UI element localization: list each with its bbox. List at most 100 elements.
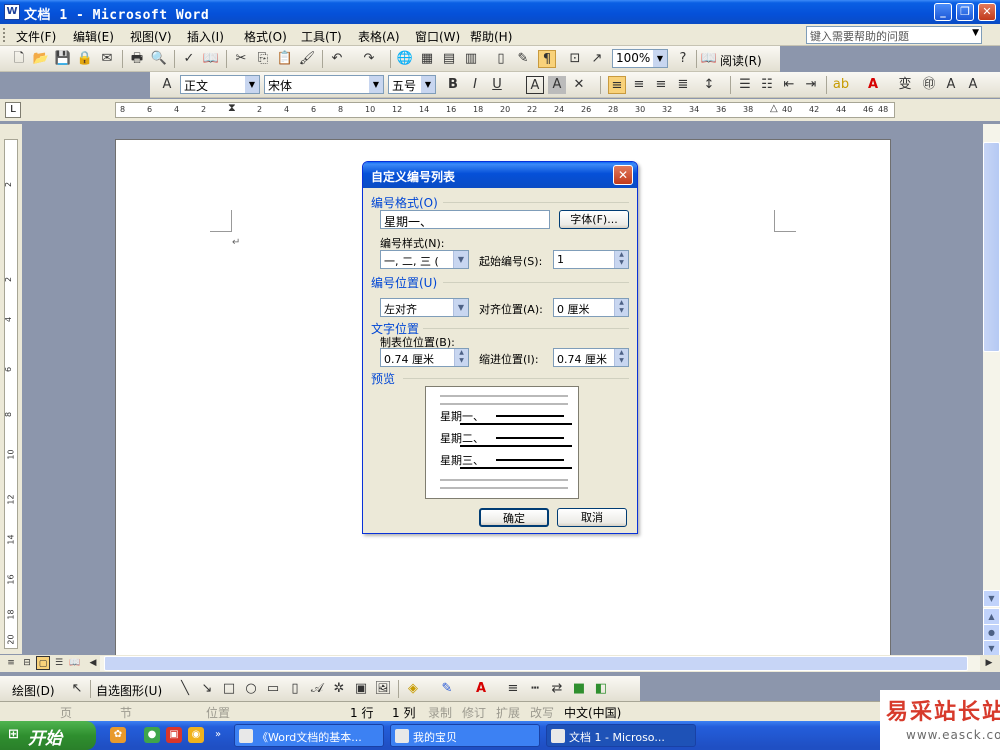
tab-selector-icon[interactable]: L: [5, 102, 21, 118]
arrow-style-icon[interactable]: ⇄: [548, 680, 566, 698]
zoom-select[interactable]: 100% ▼: [612, 49, 668, 68]
status-track-changes[interactable]: 修订: [462, 704, 486, 721]
spinner-arrows-icon[interactable]: ▲ ▼: [614, 251, 628, 268]
shadow-style-icon[interactable]: ■: [570, 680, 588, 698]
rectangle-icon[interactable]: □: [220, 680, 238, 698]
wordart-icon[interactable]: 𝒜: [308, 680, 326, 698]
menu-file[interactable]: 文件(F): [16, 28, 56, 45]
textbox-icon[interactable]: ▭: [264, 680, 282, 698]
menu-tools[interactable]: 工具(T): [301, 28, 342, 45]
cancel-button[interactable]: 取消: [557, 508, 627, 527]
research-icon[interactable]: 📖: [202, 50, 220, 68]
copy-icon[interactable]: ⎘: [254, 50, 272, 68]
taskbar-item-active[interactable]: 文档 1 - Microso...: [546, 724, 696, 747]
aligned-at-input[interactable]: 0 厘米 ▲ ▼: [553, 298, 629, 317]
insert-table-icon[interactable]: ▤: [440, 50, 458, 68]
decrease-indent-icon[interactable]: ⇤: [780, 76, 798, 94]
print-icon[interactable]: 🖶: [128, 50, 146, 68]
scroll-right-icon[interactable]: ▶: [982, 656, 996, 670]
increase-indent-icon[interactable]: ⇥: [802, 76, 820, 94]
italic-icon[interactable]: I: [466, 76, 484, 94]
spelling-icon[interactable]: ✓: [180, 50, 198, 68]
horizontal-scrollbar[interactable]: [100, 656, 980, 671]
menu-format[interactable]: 格式(O): [244, 28, 287, 45]
font-size-select[interactable]: 五号 ▼: [388, 75, 436, 94]
save-icon[interactable]: 💾: [54, 50, 72, 68]
web-view-icon[interactable]: ⊟: [20, 656, 34, 670]
start-at-input[interactable]: 1 ▲ ▼: [553, 250, 629, 269]
style-select[interactable]: 正文 ▼: [180, 75, 260, 94]
indent-at-input[interactable]: 0.74 厘米 ▲ ▼: [553, 348, 629, 367]
autoshapes-menu-button[interactable]: 自选图形(U): [96, 682, 162, 699]
number-format-input[interactable]: 星期一、: [380, 210, 550, 229]
reading-view-icon[interactable]: 📖: [68, 656, 82, 670]
paste-icon[interactable]: 📋: [276, 50, 294, 68]
select-objects-icon[interactable]: ↖: [68, 680, 86, 698]
permission-icon[interactable]: 🔒: [76, 50, 94, 68]
help-icon[interactable]: ?: [674, 50, 692, 68]
spinner-arrows-icon[interactable]: ▲ ▼: [614, 299, 628, 316]
justify-icon[interactable]: ≣: [674, 76, 692, 94]
scroll-thumb[interactable]: [983, 142, 1000, 352]
grow-font-icon[interactable]: A: [942, 76, 960, 94]
chevron-down-icon[interactable]: ▼: [369, 76, 383, 93]
scroll-down-icon[interactable]: ▼: [983, 590, 1000, 607]
fill-color-icon[interactable]: ◈: [404, 680, 422, 698]
font-select[interactable]: 宋体 ▼: [264, 75, 384, 94]
taskbar-item[interactable]: 我的宝贝: [390, 724, 540, 747]
clipart-icon[interactable]: ▣: [352, 680, 370, 698]
font-color-icon[interactable]: A: [472, 680, 490, 698]
tab-space-input[interactable]: 0.74 厘米 ▲ ▼: [380, 348, 469, 367]
cut-icon[interactable]: ✂: [232, 50, 250, 68]
help-search-input[interactable]: 键入需要帮助的问题 ▼: [806, 26, 982, 44]
underline-icon[interactable]: U: [488, 76, 506, 94]
quicklaunch-chrome-icon[interactable]: ◉: [188, 727, 204, 743]
picture-icon[interactable]: 🖼: [374, 680, 392, 698]
alignment-select[interactable]: 左对齐 ▼: [380, 298, 469, 317]
spinner-arrows-icon[interactable]: ▲ ▼: [614, 349, 628, 366]
status-extend[interactable]: 扩展: [496, 704, 520, 721]
outline-view-icon[interactable]: ☰: [52, 656, 66, 670]
chevron-down-icon[interactable]: ▼: [972, 28, 979, 38]
start-button[interactable]: ⊞ 开始: [0, 721, 96, 750]
phonetic-guide-icon[interactable]: 变: [896, 76, 914, 94]
menu-window[interactable]: 窗口(W): [415, 28, 460, 45]
show-hide-icon[interactable]: ⊡: [566, 50, 584, 68]
close-button[interactable]: ✕: [978, 3, 996, 21]
taskbar-item[interactable]: 《Word文档的基本...: [234, 724, 384, 747]
select-browse-object-icon[interactable]: ●: [983, 624, 1000, 641]
menu-view[interactable]: 视图(V): [130, 28, 172, 45]
chevron-down-icon[interactable]: ▼: [421, 76, 435, 93]
right-indent-icon[interactable]: △: [770, 103, 778, 114]
bold-icon[interactable]: B: [444, 76, 462, 94]
hyperlink-icon[interactable]: 🌐: [396, 50, 414, 68]
restore-button[interactable]: ❐: [956, 3, 974, 21]
arrow-icon[interactable]: ↘: [198, 680, 216, 698]
menu-edit[interactable]: 编辑(E): [73, 28, 114, 45]
chevron-down-icon[interactable]: ▼: [453, 299, 468, 316]
chevron-down-icon[interactable]: ▼: [245, 76, 259, 93]
line-style-icon[interactable]: ≡: [504, 680, 522, 698]
scroll-thumb[interactable]: [104, 656, 968, 671]
print-view-icon[interactable]: ▢: [36, 656, 50, 670]
menu-help[interactable]: 帮助(H): [470, 28, 512, 45]
line-icon[interactable]: ╲: [176, 680, 194, 698]
char-scale-icon[interactable]: ✕: [570, 76, 588, 94]
ok-button[interactable]: 确定: [479, 508, 549, 527]
line-spacing-icon[interactable]: ↕: [700, 76, 718, 94]
new-document-icon[interactable]: 🗋: [10, 50, 28, 68]
document-map-icon[interactable]: ¶: [538, 50, 556, 68]
open-folder-icon[interactable]: 📂: [32, 50, 50, 68]
chevron-down-icon[interactable]: ▼: [453, 251, 468, 268]
scroll-left-icon[interactable]: ◀: [86, 656, 100, 670]
diagram-icon[interactable]: ✲: [330, 680, 348, 698]
normal-view-icon[interactable]: ≡: [4, 656, 18, 670]
dash-style-icon[interactable]: ┅: [526, 680, 544, 698]
numbering-icon[interactable]: ☰: [736, 76, 754, 94]
line-color-icon[interactable]: ✎: [438, 680, 456, 698]
email-icon[interactable]: ✉: [98, 50, 116, 68]
read-icon[interactable]: 📖: [700, 50, 718, 68]
shrink-font-icon[interactable]: A: [964, 76, 982, 94]
redo-icon[interactable]: ↷: [360, 50, 378, 68]
columns-icon[interactable]: ▯: [492, 50, 510, 68]
